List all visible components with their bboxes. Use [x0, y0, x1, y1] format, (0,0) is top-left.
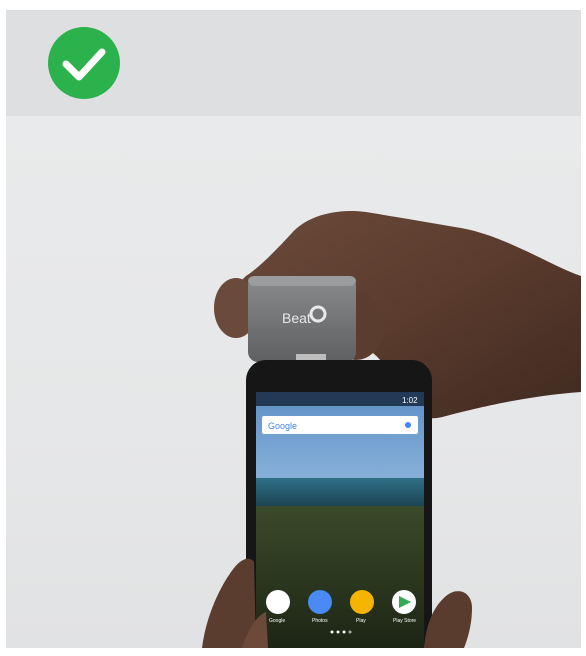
- app-label-1: Google: [269, 618, 285, 624]
- app-label-4: Play Store: [393, 618, 416, 624]
- beat-dongle: Beat: [248, 276, 356, 362]
- checkmark-circle-icon: [48, 27, 120, 99]
- product-photo: Beat 1:02 Google Google Photos Play Play…: [6, 116, 581, 648]
- image-frame: Beat 1:02 Google Google Photos Play Play…: [6, 10, 581, 648]
- smartphone: 1:02 Google Google Photos Play Play Stor…: [246, 360, 432, 648]
- dongle-brand-label: Beat: [282, 310, 311, 326]
- mic-icon: [405, 422, 411, 428]
- header-bar: [6, 10, 581, 116]
- app-label-3: Play: [356, 618, 366, 624]
- search-bar-label: Google: [268, 421, 297, 431]
- status-time: 1:02: [402, 396, 418, 405]
- app-label-2: Photos: [312, 618, 328, 624]
